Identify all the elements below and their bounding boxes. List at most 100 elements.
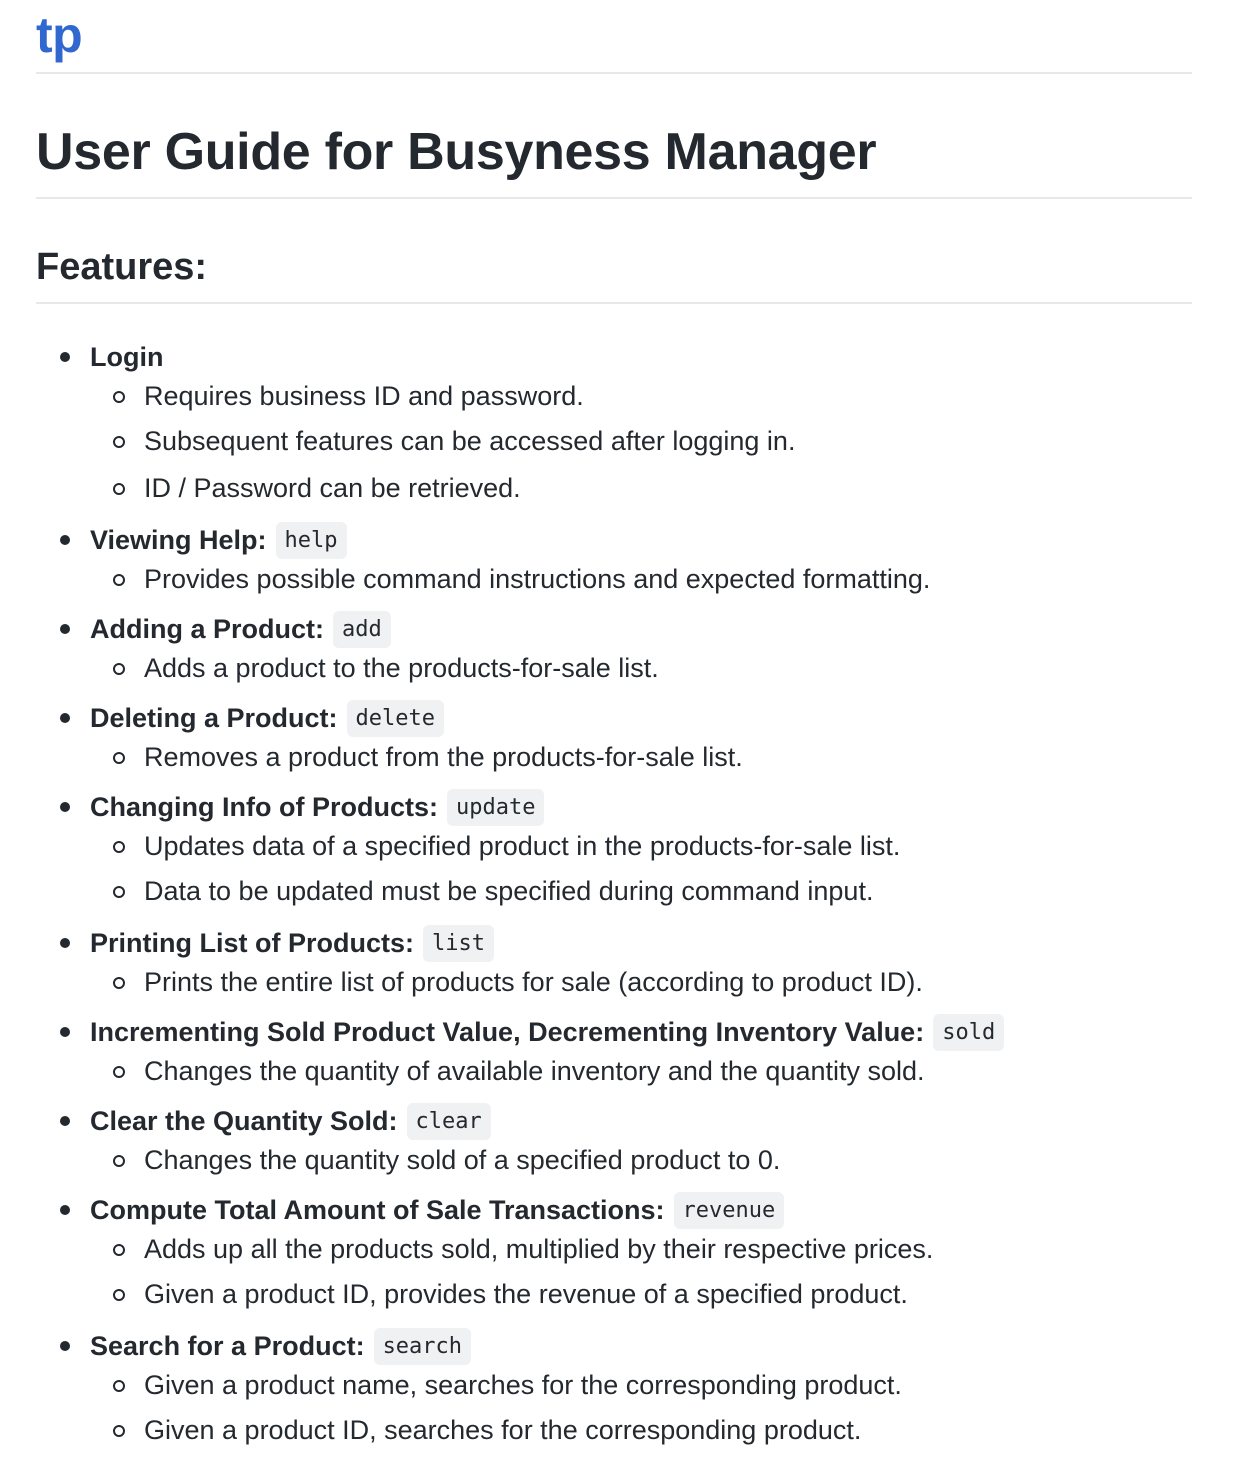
bullet-disc-icon (60, 535, 70, 545)
feature-detail-item: Changes the quantity of available invent… (90, 1054, 1192, 1096)
bullet-circle-icon (113, 752, 125, 764)
feature-title: Viewing Help: (90, 524, 267, 555)
feature-details-list: Adds up all the products sold, multiplie… (90, 1232, 1192, 1321)
feature-item: Compute Total Amount of Sale Transaction… (36, 1188, 1192, 1321)
feature-detail-item: Removes a product from the products-for-… (90, 740, 1192, 782)
feature-detail-item: Adds up all the products sold, multiplie… (90, 1232, 1192, 1274)
bullet-circle-icon (113, 436, 125, 448)
feature-title: Incrementing Sold Product Value, Decreme… (90, 1016, 925, 1047)
feature-title: Login (90, 341, 164, 372)
feature-detail-text: ID / Password can be retrieved. (144, 473, 521, 503)
bullet-circle-icon (113, 1380, 125, 1392)
feature-detail-text: Data to be updated must be specified dur… (144, 876, 874, 906)
feature-heading: Printing List of Products: list (90, 921, 1192, 965)
feature-title: Clear the Quantity Sold: (90, 1105, 398, 1136)
feature-detail-text: Adds a product to the products-for-sale … (144, 653, 659, 683)
feature-details-list: Removes a product from the products-for-… (90, 740, 1192, 782)
feature-heading: Incrementing Sold Product Value, Decreme… (90, 1010, 1192, 1054)
page-title: User Guide for Busyness Manager (36, 74, 1192, 199)
bullet-circle-icon (113, 841, 125, 853)
feature-title: Compute Total Amount of Sale Transaction… (90, 1194, 665, 1225)
feature-detail-text: Removes a product from the products-for-… (144, 742, 743, 772)
feature-detail-text: Changes the quantity of available invent… (144, 1056, 925, 1086)
bullet-circle-icon (113, 1289, 125, 1301)
feature-detail-text: Changes the quantity sold of a specified… (144, 1145, 781, 1175)
command-code: list (423, 924, 494, 962)
feature-detail-item: ID / Password can be retrieved. (90, 468, 1192, 515)
feature-title: Adding a Product: (90, 613, 324, 644)
command-code: delete (346, 699, 445, 737)
feature-item: Clear the Quantity Sold: clear Changes the… (36, 1099, 1192, 1185)
feature-heading: Compute Total Amount of Sale Transaction… (90, 1188, 1192, 1232)
bullet-circle-icon (113, 1244, 125, 1256)
site-title-link[interactable]: tp (36, 7, 83, 63)
page: tp User Guide for Busyness Manager Featu… (0, 0, 1242, 1457)
feature-heading: Deleting a Product: delete (90, 696, 1192, 740)
bullet-disc-icon (60, 1205, 70, 1215)
feature-detail-item: Prints the entire list of products for s… (90, 965, 1192, 1007)
feature-title: Search for a Product: (90, 1330, 365, 1361)
feature-title: Changing Info of Products: (90, 791, 438, 822)
bullet-disc-icon (60, 713, 70, 723)
feature-detail-item: Requires business ID and password. (90, 379, 1192, 421)
bullet-disc-icon (60, 1027, 70, 1037)
feature-title: Deleting a Product: (90, 702, 338, 733)
feature-detail-text: Adds up all the products sold, multiplie… (144, 1234, 934, 1264)
bullet-circle-icon (113, 886, 125, 898)
feature-heading: Search for a Product: search (90, 1324, 1192, 1368)
bullet-circle-icon (113, 574, 125, 586)
feature-details-list: Updates data of a specified product in t… (90, 829, 1192, 918)
command-code: clear (406, 1102, 491, 1140)
bullet-circle-icon (113, 391, 125, 403)
command-code: help (275, 521, 347, 559)
command-code: sold (933, 1013, 1005, 1051)
feature-item: Adding a Product: add Adds a product to th… (36, 607, 1192, 693)
bullet-disc-icon (60, 1116, 70, 1126)
feature-item: Login Requires business ID and password. S… (36, 335, 1192, 515)
bullet-disc-icon (60, 938, 70, 948)
feature-details-list: Provides possible command instructions a… (90, 562, 1192, 604)
feature-detail-item: Data to be updated must be specified dur… (90, 871, 1192, 918)
feature-detail-text: Subsequent features can be accessed afte… (144, 426, 796, 456)
feature-details-list: Requires business ID and password. Subseq… (90, 379, 1192, 515)
feature-details-list: Given a product name, searches for the c… (90, 1368, 1192, 1457)
feature-detail-item: Given a product ID, searches for the cor… (90, 1410, 1192, 1457)
feature-heading: Changing Info of Products: update (90, 785, 1192, 829)
feature-item: Incrementing Sold Product Value, Decreme… (36, 1010, 1192, 1096)
bullet-disc-icon (60, 624, 70, 634)
feature-details-list: Adds a product to the products-for-sale … (90, 651, 1192, 693)
feature-detail-text: Updates data of a specified product in t… (144, 831, 901, 861)
command-code: search (373, 1327, 472, 1365)
feature-detail-item: Subsequent features can be accessed afte… (90, 421, 1192, 468)
feature-detail-text: Given a product ID, provides the revenue… (144, 1279, 908, 1309)
bullet-circle-icon (113, 1155, 125, 1167)
feature-detail-text: Provides possible command instructions a… (144, 564, 931, 594)
bullet-circle-icon (113, 483, 125, 495)
feature-details-list: Changes the quantity sold of a specified… (90, 1143, 1192, 1185)
command-code: add (332, 610, 391, 648)
feature-detail-text: Prints the entire list of products for s… (144, 967, 923, 997)
feature-heading: Adding a Product: add (90, 607, 1192, 651)
feature-item: Search for a Product: search Given a produ… (36, 1324, 1192, 1457)
feature-detail-item: Provides possible command instructions a… (90, 562, 1192, 604)
bullet-circle-icon (113, 663, 125, 675)
feature-detail-text: Requires business ID and password. (144, 381, 584, 411)
command-code: revenue (673, 1191, 785, 1229)
bullet-circle-icon (113, 1066, 125, 1078)
feature-item: Viewing Help: help Provides possible comma… (36, 518, 1192, 604)
feature-detail-item: Adds a product to the products-for-sale … (90, 651, 1192, 693)
site-header: tp (36, 0, 1192, 74)
bullet-disc-icon (60, 352, 70, 362)
feature-heading: Login (90, 335, 1192, 379)
bullet-circle-icon (113, 977, 125, 989)
feature-title: Printing List of Products: (90, 927, 414, 958)
feature-details-list: Changes the quantity of available invent… (90, 1054, 1192, 1096)
feature-detail-item: Given a product name, searches for the c… (90, 1368, 1192, 1410)
feature-item: Changing Info of Products: update Updates … (36, 785, 1192, 918)
feature-detail-text: Given a product ID, searches for the cor… (144, 1415, 862, 1445)
bullet-disc-icon (60, 1341, 70, 1351)
bullet-circle-icon (113, 1425, 125, 1437)
feature-heading: Clear the Quantity Sold: clear (90, 1099, 1192, 1143)
feature-details-list: Prints the entire list of products for s… (90, 965, 1192, 1007)
feature-detail-item: Changes the quantity sold of a specified… (90, 1143, 1192, 1185)
